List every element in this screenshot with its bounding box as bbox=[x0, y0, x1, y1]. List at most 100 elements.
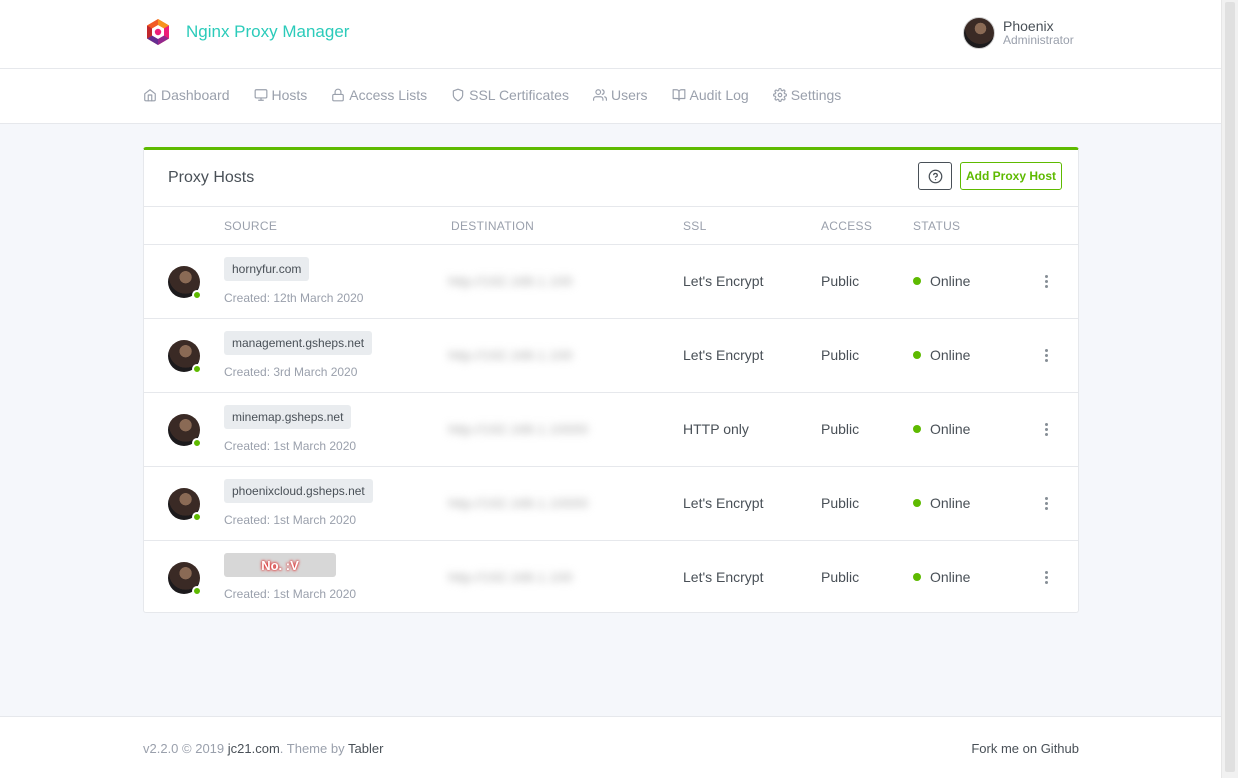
domain-tag-redacted[interactable]: No. :V bbox=[224, 553, 336, 577]
scrollbar-thumb[interactable] bbox=[1225, 2, 1235, 772]
nav-label: Users bbox=[610, 87, 648, 103]
ssl-value: Let's Encrypt bbox=[683, 347, 764, 363]
status-badge: Online bbox=[913, 495, 970, 511]
footer: v2.2.0 © 2019 jc21.com. Theme by Tabler … bbox=[0, 716, 1221, 778]
destination-redacted: http://192.168.1.100 bbox=[448, 569, 573, 585]
app-title: Nginx Proxy Manager bbox=[186, 22, 350, 41]
help-button[interactable] bbox=[918, 162, 952, 190]
nav-label: Audit Log bbox=[689, 87, 749, 103]
created-date: Created: 1st March 2020 bbox=[224, 439, 357, 453]
theme-link[interactable]: Tabler bbox=[348, 741, 383, 756]
status-dot bbox=[913, 573, 921, 581]
nav-label: Hosts bbox=[271, 87, 308, 103]
proxy-hosts-card: Proxy Hosts Add Proxy Host Source Destin… bbox=[143, 147, 1079, 613]
nav-label: SSL Certificates bbox=[469, 87, 569, 103]
status-label: Online bbox=[930, 273, 971, 289]
card-title: Proxy Hosts bbox=[168, 169, 255, 186]
gear-icon bbox=[772, 88, 787, 102]
app-logo-icon bbox=[147, 19, 169, 45]
ssl-value: Let's Encrypt bbox=[683, 495, 764, 511]
nav-hosts[interactable]: Hosts bbox=[254, 87, 308, 103]
theme-prefix: . Theme by bbox=[279, 741, 345, 756]
status-badge: Online bbox=[913, 347, 970, 363]
owner-avatar bbox=[168, 340, 202, 374]
vertical-scrollbar[interactable] bbox=[1221, 0, 1238, 778]
nav-ssl-certificates[interactable]: SSL Certificates bbox=[451, 87, 569, 103]
status-dot bbox=[913, 277, 921, 285]
lock-icon bbox=[332, 88, 345, 102]
ssl-value: Let's Encrypt bbox=[683, 273, 764, 289]
online-indicator bbox=[192, 364, 202, 374]
created-date: Created: 1st March 2020 bbox=[224, 513, 357, 527]
top-header: Nginx Proxy Manager Phoenix Administrato… bbox=[0, 0, 1221, 69]
nav-label: Dashboard bbox=[161, 87, 230, 103]
status-dot bbox=[913, 351, 921, 359]
access-value: Public bbox=[821, 495, 860, 511]
nav-users[interactable]: Users bbox=[592, 87, 648, 103]
status-badge: Online bbox=[913, 273, 970, 289]
nav-settings[interactable]: Settings bbox=[772, 87, 841, 103]
table-header: Source Destination SSL Access Status bbox=[144, 207, 1078, 245]
version-text: v2.2.0 © 2019 bbox=[143, 741, 225, 756]
status-label: Online bbox=[930, 347, 971, 363]
home-icon bbox=[144, 89, 156, 102]
footer-credits: v2.2.0 © 2019 jc21.com. Theme by Tabler bbox=[143, 741, 383, 756]
table-row: hornyfur.com Created: 12th March 2020 ht… bbox=[144, 245, 1078, 319]
destination-redacted: http://192.168.1.10000 bbox=[448, 421, 589, 437]
domain-tag[interactable]: hornyfur.com bbox=[224, 257, 310, 281]
users-icon bbox=[592, 89, 607, 101]
destination-redacted: http://192.168.1.100 bbox=[448, 347, 573, 363]
page: Nginx Proxy Manager Phoenix Administrato… bbox=[0, 0, 1221, 778]
github-fork-link[interactable]: Fork me on Github bbox=[971, 741, 1079, 756]
status-label: Online bbox=[930, 569, 971, 585]
nav-dashboard[interactable]: Dashboard bbox=[143, 87, 230, 103]
row-actions-menu-icon[interactable] bbox=[1038, 345, 1054, 365]
user-role: Administrator bbox=[1003, 33, 1074, 48]
created-date: Created: 3rd March 2020 bbox=[224, 365, 358, 379]
nav-audit-log[interactable]: Audit Log bbox=[672, 87, 749, 103]
online-indicator bbox=[192, 438, 202, 448]
nav-access-lists[interactable]: Access Lists bbox=[331, 87, 427, 103]
row-actions-menu-icon[interactable] bbox=[1038, 271, 1054, 291]
domain-tag[interactable]: minemap.gsheps.net bbox=[224, 405, 352, 429]
owner-avatar bbox=[168, 266, 202, 300]
nav-label: Access Lists bbox=[349, 87, 428, 103]
owner-avatar bbox=[168, 562, 202, 596]
brand[interactable]: Nginx Proxy Manager bbox=[143, 17, 349, 47]
online-indicator bbox=[192, 290, 202, 300]
column-header-destination: Destination bbox=[451, 219, 535, 233]
access-value: Public bbox=[821, 273, 860, 289]
author-link[interactable]: jc21.com bbox=[228, 741, 280, 756]
row-actions-menu-icon[interactable] bbox=[1038, 567, 1054, 587]
shield-icon bbox=[452, 88, 464, 102]
status-badge: Online bbox=[913, 421, 970, 437]
table-row: phoenixcloud.gsheps.net Created: 1st Mar… bbox=[144, 467, 1078, 541]
status-label: Online bbox=[930, 421, 971, 437]
status-dot bbox=[913, 499, 921, 507]
access-value: Public bbox=[821, 347, 860, 363]
owner-avatar bbox=[168, 488, 202, 522]
row-actions-menu-icon[interactable] bbox=[1038, 493, 1054, 513]
created-date: Created: 12th March 2020 bbox=[224, 291, 364, 305]
user-menu[interactable]: Phoenix Administrator bbox=[963, 17, 1074, 49]
online-indicator bbox=[192, 586, 202, 596]
domain-tag[interactable]: phoenixcloud.gsheps.net bbox=[224, 479, 373, 503]
add-proxy-host-button[interactable]: Add Proxy Host bbox=[960, 162, 1062, 190]
table-row: minemap.gsheps.net Created: 1st March 20… bbox=[144, 393, 1078, 467]
user-avatar bbox=[963, 17, 995, 49]
online-indicator bbox=[192, 512, 202, 522]
destination-redacted: http://192.168.1.100 bbox=[448, 273, 573, 289]
redacted-label: No. :V bbox=[261, 557, 299, 573]
owner-avatar bbox=[168, 414, 202, 448]
column-header-source: Source bbox=[224, 219, 278, 233]
ssl-value: Let's Encrypt bbox=[683, 569, 764, 585]
table-row: No. :V Created: 1st March 2020 http://19… bbox=[144, 541, 1078, 615]
main-nav: Dashboard Hosts Access Lists SSL Certifi… bbox=[0, 69, 1221, 124]
status-dot bbox=[913, 425, 921, 433]
row-actions-menu-icon[interactable] bbox=[1038, 419, 1054, 439]
monitor-icon bbox=[254, 89, 267, 101]
domain-tag[interactable]: management.gsheps.net bbox=[224, 331, 373, 355]
book-icon bbox=[672, 89, 685, 101]
created-date: Created: 1st March 2020 bbox=[224, 587, 357, 601]
status-label: Online bbox=[930, 495, 971, 511]
